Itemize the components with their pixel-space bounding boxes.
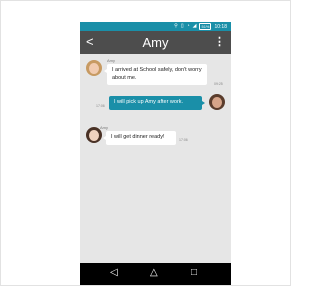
avatar-me[interactable]	[209, 94, 225, 110]
conversation-title: Amy	[142, 35, 169, 50]
location-icon: ⚲	[174, 23, 178, 29]
message-bubble-incoming[interactable]: I will get dinner ready!	[103, 131, 176, 145]
more-options-button[interactable]: ⋮	[214, 35, 225, 49]
message-time: 17:06	[96, 104, 105, 108]
message-time: 09:25	[214, 82, 223, 86]
nav-home-button[interactable]: △	[150, 267, 158, 279]
message-bubble-outgoing[interactable]: I will pick up Amy after work.	[109, 96, 205, 110]
message-time: 17:06	[179, 138, 188, 142]
status-bar: ⚲ ▯ ◔ ◢ 51% 10:18	[80, 22, 231, 31]
nav-recents-button[interactable]: □	[191, 267, 197, 279]
message-bubble-incoming[interactable]: I arrived at School safely, don't worry …	[104, 64, 207, 85]
sender-name: Amy	[107, 58, 115, 63]
avatar-amy[interactable]	[86, 60, 102, 76]
wifi-icon: ◔	[186, 23, 190, 29]
nav-back-button[interactable]: ◁	[110, 267, 118, 279]
signal-icon: ◢	[192, 23, 197, 29]
app-bar: < Amy ⋮	[80, 31, 231, 54]
battery-indicator: 51%	[199, 23, 212, 30]
clock: 10:18	[214, 23, 227, 30]
message-list[interactable]: Amy I arrived at School safely, don't wo…	[80, 54, 231, 242]
vibrate-icon: ▯	[180, 23, 184, 29]
sender-name: Amy	[100, 125, 108, 130]
phone-screen: ⚲ ▯ ◔ ◢ 51% 10:18 < Amy ⋮ Amy I arrived …	[80, 22, 231, 285]
system-nav-bar: ◁ △ □	[80, 263, 231, 285]
